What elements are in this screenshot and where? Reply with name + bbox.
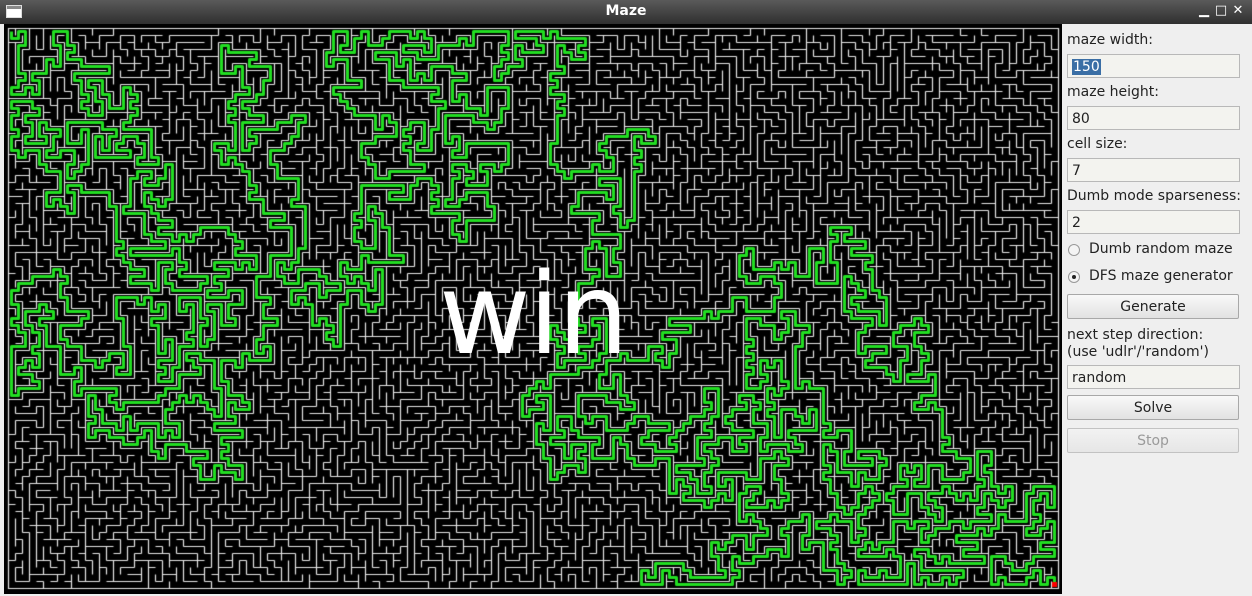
maze-width-value: 150 <box>1072 59 1101 75</box>
maximize-icon[interactable]: □ <box>1213 3 1229 19</box>
sparseness-label: Dumb mode sparseness: <box>1067 188 1241 204</box>
cell-size-label: cell size: <box>1067 136 1128 152</box>
dumb-maze-label[interactable]: Dumb random maze <box>1089 241 1233 257</box>
generate-button[interactable]: Generate <box>1067 294 1239 319</box>
dfs-generator-radio[interactable] <box>1068 271 1080 283</box>
window-title: Maze <box>605 3 647 19</box>
direction-input[interactable]: random <box>1067 365 1240 389</box>
stop-button[interactable]: Stop <box>1067 428 1239 453</box>
minimize-icon[interactable]: ▁ <box>1196 3 1212 19</box>
direction-label-line1: next step direction: <box>1067 327 1204 343</box>
cell-size-input[interactable]: 7 <box>1067 158 1240 182</box>
direction-label-line2: (use 'udlr'/'random') <box>1067 344 1209 360</box>
maze-width-label: maze width: <box>1067 32 1153 48</box>
maze-canvas[interactable]: win <box>4 24 1062 594</box>
maze-window: Maze ▁ □ ✕ win maze width: 150 maze heig… <box>0 0 1252 596</box>
control-panel: maze width: 150 maze height: 80 cell siz… <box>1062 24 1252 596</box>
maze-height-label: maze height: <box>1067 84 1159 100</box>
close-icon[interactable]: ✕ <box>1230 3 1246 19</box>
dfs-generator-label[interactable]: DFS maze generator <box>1089 268 1233 284</box>
dumb-maze-radio[interactable] <box>1068 244 1080 256</box>
maze-width-input[interactable]: 150 <box>1067 54 1240 78</box>
maze-height-input[interactable]: 80 <box>1067 106 1240 130</box>
sparseness-input[interactable]: 2 <box>1067 210 1240 234</box>
win-overlay-text: win <box>439 250 629 380</box>
solve-button[interactable]: Solve <box>1067 395 1239 420</box>
title-bar: Maze ▁ □ ✕ <box>0 0 1252 24</box>
